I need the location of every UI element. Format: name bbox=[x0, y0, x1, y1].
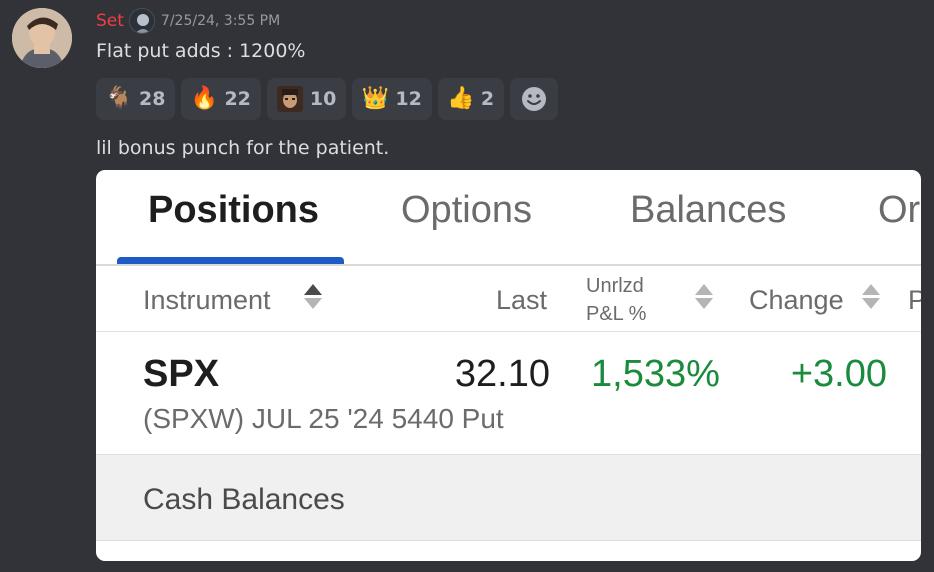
divider bbox=[96, 540, 921, 541]
reaction-custom-face[interactable]: 10 bbox=[266, 78, 347, 120]
column-header-instrument[interactable]: Instrument bbox=[143, 285, 271, 316]
position-change: +3.00 bbox=[790, 353, 887, 395]
column-header-line: P&L % bbox=[586, 303, 647, 325]
reaction-fire[interactable]: 🔥 22 bbox=[181, 78, 261, 120]
reaction-count: 22 bbox=[224, 88, 251, 110]
tab-balances[interactable]: Balances bbox=[630, 189, 786, 232]
position-last: 32.10 bbox=[454, 353, 550, 395]
user-avatar[interactable] bbox=[12, 8, 72, 68]
smiley-icon bbox=[522, 87, 547, 111]
reaction-count: 10 bbox=[309, 88, 337, 110]
divider bbox=[96, 264, 921, 266]
message-timestamp: 7/25/24, 3:55 PM bbox=[160, 13, 281, 29]
tab-positions[interactable]: Positions bbox=[148, 189, 319, 232]
message-header: Set 7/25/24, 3:55 PM bbox=[96, 8, 281, 34]
tab-bar: Positions Options Balances Or bbox=[96, 170, 921, 265]
goat-icon: 🐐 bbox=[105, 86, 133, 111]
position-symbol: SPX bbox=[143, 353, 220, 395]
attached-image[interactable]: Positions Options Balances Or Instrument… bbox=[96, 170, 921, 561]
reaction-thumbs-up[interactable]: 👍 2 bbox=[437, 78, 505, 120]
column-header-line: Unrlzd bbox=[586, 275, 644, 297]
reactions-bar: 🐐 28 🔥 22 10 👑 12 👍 2 bbox=[96, 78, 559, 120]
reaction-count: 28 bbox=[139, 88, 166, 110]
message-text-2: lil bonus punch for the patient. bbox=[96, 137, 390, 159]
username[interactable]: Set bbox=[96, 11, 124, 31]
position-pnl-pct: 1,533% bbox=[591, 353, 720, 395]
cash-balances-row[interactable]: Cash Balances bbox=[96, 454, 921, 541]
reaction-goat[interactable]: 🐐 28 bbox=[96, 78, 176, 120]
fire-icon: 🔥 bbox=[190, 86, 219, 111]
role-icon[interactable] bbox=[128, 8, 155, 34]
add-reaction-button[interactable] bbox=[510, 78, 559, 120]
position-description: (SPXW) JUL 25 '24 5440 Put bbox=[143, 403, 504, 434]
avatar-image bbox=[12, 8, 72, 68]
sort-icon[interactable] bbox=[695, 282, 713, 314]
sort-icon[interactable] bbox=[304, 282, 322, 314]
tab-options[interactable]: Options bbox=[401, 189, 532, 232]
column-header-unrlzd-pnl[interactable]: Unrlzd P&L % bbox=[586, 272, 646, 328]
tab-orders[interactable]: Or bbox=[878, 189, 920, 232]
column-header-last[interactable]: Last bbox=[496, 285, 547, 316]
thumbs-up-icon: 👍 bbox=[447, 86, 475, 111]
divider bbox=[96, 331, 921, 332]
sort-icon[interactable] bbox=[862, 282, 880, 314]
custom-face-icon bbox=[276, 86, 303, 112]
crown-icon: 👑 bbox=[361, 86, 390, 111]
column-header-change[interactable]: Change bbox=[749, 285, 844, 316]
message-text: Flat put adds : 1200% bbox=[96, 40, 306, 62]
reaction-count: 12 bbox=[395, 88, 422, 110]
reaction-crown[interactable]: 👑 12 bbox=[352, 78, 432, 120]
reaction-count: 2 bbox=[480, 88, 495, 110]
cash-balances-label: Cash Balances bbox=[143, 483, 345, 516]
column-header-partial[interactable]: P bbox=[908, 285, 921, 316]
